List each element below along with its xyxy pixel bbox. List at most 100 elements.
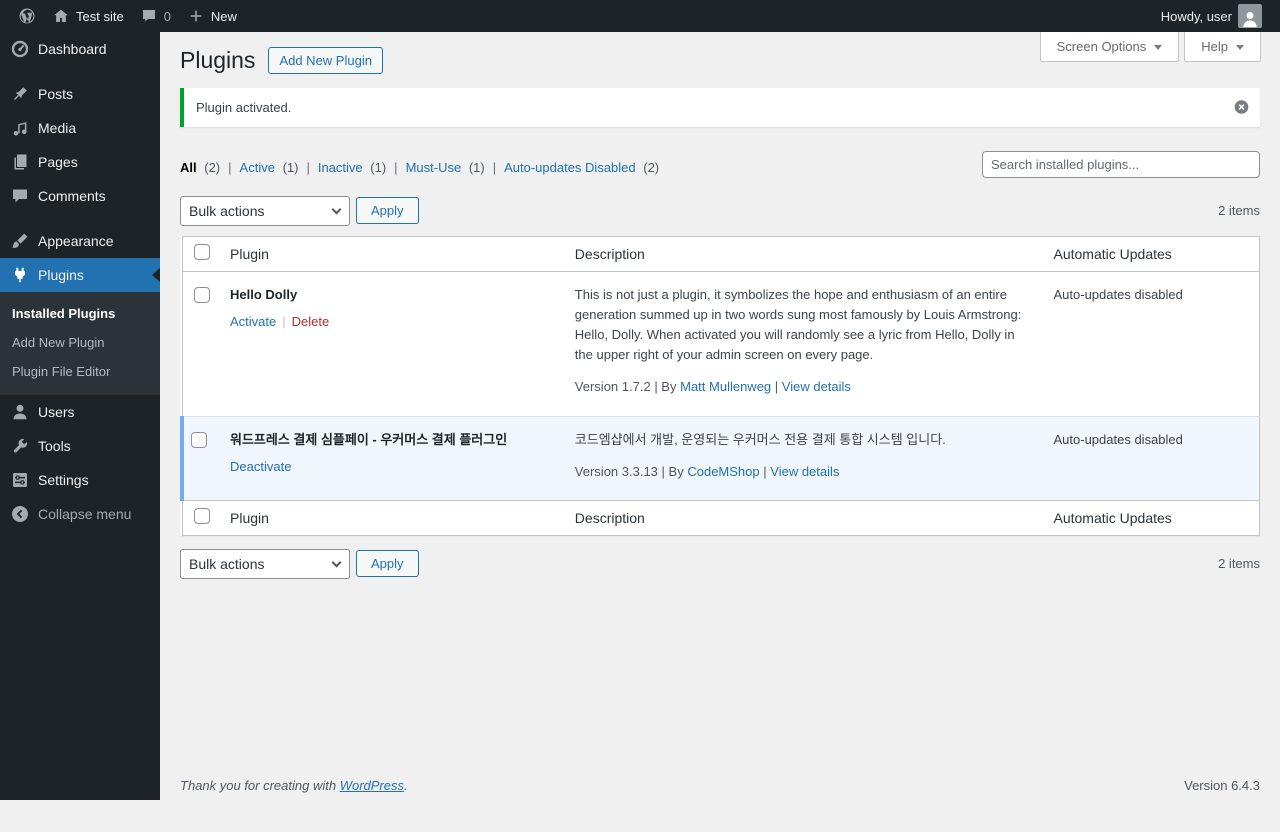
home-icon xyxy=(52,7,70,25)
admin-bar: Test site 0 New Howdy, user xyxy=(0,0,1280,32)
row-checkbox[interactable] xyxy=(191,432,207,448)
menu-separator xyxy=(0,213,160,224)
footer-version: Version 6.4.3 xyxy=(1184,778,1260,793)
row-checkbox[interactable] xyxy=(194,287,210,303)
plugin-description: 코드엠샵에서 개발, 운영되는 우커머스 전용 결제 통합 시스템 입니다. xyxy=(575,430,1034,450)
filter-separator: | xyxy=(394,160,397,175)
dismiss-notice-button[interactable] xyxy=(1233,99,1250,116)
plugins-submenu: Installed Plugins Add New Plugin Plugin … xyxy=(0,292,160,395)
delete-link[interactable]: Delete xyxy=(292,314,330,329)
items-count: 2 items xyxy=(1218,203,1260,218)
wordpress-logo-icon xyxy=(18,7,36,25)
menu-separator xyxy=(0,66,160,77)
column-description: Description xyxy=(565,500,1044,535)
pages-icon xyxy=(10,152,30,172)
plugin-meta: Version 3.3.13 | By CodeMShop | View det… xyxy=(575,462,1034,482)
site-name-label: Test site xyxy=(76,9,124,24)
bulk-actions-select[interactable]: Bulk actions xyxy=(180,196,350,226)
filter-auto-updates-disabled-link[interactable]: Auto-updates Disabled (2) xyxy=(504,160,659,175)
column-plugin: Plugin xyxy=(220,500,565,535)
comments-menu[interactable]: 0 xyxy=(132,0,179,32)
wrench-icon xyxy=(10,436,30,456)
dashboard-icon xyxy=(10,39,30,59)
paintbrush-icon xyxy=(10,231,30,251)
meta-separator: | xyxy=(763,464,766,479)
list-filter-row: All (2) | Active (1) | Inactive (1) xyxy=(180,155,1260,183)
sidebar-item-label: Pages xyxy=(38,154,78,170)
tablenav-bottom: Bulk actions Apply 2 items xyxy=(180,549,1260,579)
sidebar-item-label: Users xyxy=(38,404,75,420)
submenu-plugin-file-editor[interactable]: Plugin File Editor xyxy=(0,357,160,386)
table-row-simplepay: 워드프레스 결제 심플페이 - 우커머스 결제 플러그인 Deactivate … xyxy=(182,416,1260,500)
plugin-cell: Hello Dolly Activate|Delete xyxy=(220,271,565,416)
filter-active: Active (1) | xyxy=(240,160,318,175)
sidebar-item-label: Dashboard xyxy=(38,41,107,57)
sidebar-item-plugins[interactable]: Plugins xyxy=(0,258,160,292)
filter-all: All (2) | xyxy=(180,160,240,175)
select-all-checkbox[interactable] xyxy=(194,508,210,524)
activate-link[interactable]: Activate xyxy=(230,314,276,329)
sidebar-item-posts[interactable]: Posts xyxy=(0,77,160,111)
filter-inactive-link[interactable]: Inactive (1) xyxy=(318,160,386,175)
user-avatar xyxy=(1238,4,1262,28)
filter-all-link[interactable]: All (2) xyxy=(180,160,220,175)
description-cell: This is not just a plugin, it symbolizes… xyxy=(565,271,1044,416)
comments-count: 0 xyxy=(164,9,171,24)
search-input[interactable] xyxy=(982,151,1260,178)
plugin-version: Version 1.7.2 xyxy=(575,379,651,394)
author-link[interactable]: CodeMShop xyxy=(687,464,759,479)
view-details-link[interactable]: View details xyxy=(782,379,851,394)
comment-bubble-icon xyxy=(140,7,158,25)
collapse-menu-button[interactable]: Collapse menu xyxy=(0,497,160,531)
view-details-link[interactable]: View details xyxy=(770,464,839,479)
sidebar-item-comments[interactable]: Comments xyxy=(0,179,160,213)
sidebar-item-users[interactable]: Users xyxy=(0,395,160,429)
plugin-cell: 워드프레스 결제 심플페이 - 우커머스 결제 플러그인 Deactivate xyxy=(220,416,565,500)
sidebar-item-dashboard[interactable]: Dashboard xyxy=(0,32,160,66)
pushpin-icon xyxy=(10,84,30,104)
table-row-hello-dolly: Hello Dolly Activate|Delete This is not … xyxy=(182,271,1260,416)
meta-separator: | xyxy=(775,379,778,394)
filter-must-use-link[interactable]: Must-Use (1) xyxy=(406,160,485,175)
sidebar-item-appearance[interactable]: Appearance xyxy=(0,224,160,258)
tablenav-top: Bulk actions Apply 2 items xyxy=(180,196,1260,226)
sidebar-item-label: Comments xyxy=(38,188,106,204)
bulk-actions-select[interactable]: Bulk actions xyxy=(180,549,350,579)
plus-icon xyxy=(187,7,205,25)
sidebar-item-tools[interactable]: Tools xyxy=(0,429,160,463)
dismiss-icon xyxy=(1233,104,1250,119)
sidebar-item-label: Settings xyxy=(38,472,89,488)
new-content-menu[interactable]: New xyxy=(179,0,245,32)
apply-button[interactable]: Apply xyxy=(356,197,419,224)
filter-separator: | xyxy=(493,160,496,175)
table-footer: Plugin Description Automatic Updates xyxy=(182,500,1260,535)
deactivate-link[interactable]: Deactivate xyxy=(230,459,291,474)
bulk-actions-top: Bulk actions Apply xyxy=(180,196,419,226)
plugin-name: 워드프레스 결제 심플페이 - 우커머스 결제 플러그인 xyxy=(230,430,555,450)
media-icon xyxy=(10,118,30,138)
sidebar-item-label: Posts xyxy=(38,86,73,102)
column-automatic-updates: Automatic Updates xyxy=(1044,236,1260,271)
filter-active-link[interactable]: Active (1) xyxy=(240,160,299,175)
wordpress-logo-menu[interactable] xyxy=(10,0,44,32)
add-new-plugin-button[interactable]: Add New Plugin xyxy=(268,47,383,74)
comments-icon xyxy=(10,186,30,206)
column-automatic-updates: Automatic Updates xyxy=(1044,500,1260,535)
plugin-activated-notice: Plugin activated. xyxy=(180,88,1260,127)
select-all-checkbox[interactable] xyxy=(194,244,210,260)
admin-menu: Dashboard Posts Media Pages Comments App… xyxy=(0,32,160,800)
new-label: New xyxy=(211,9,237,24)
site-name-menu[interactable]: Test site xyxy=(44,0,132,32)
my-account-menu[interactable]: Howdy, user xyxy=(1153,0,1270,32)
submenu-add-new-plugin[interactable]: Add New Plugin xyxy=(0,328,160,357)
page-title: Plugins xyxy=(180,46,255,76)
sidebar-item-media[interactable]: Media xyxy=(0,111,160,145)
author-link[interactable]: Matt Mullenweg xyxy=(680,379,771,394)
items-count: 2 items xyxy=(1218,556,1260,571)
sidebar-item-pages[interactable]: Pages xyxy=(0,145,160,179)
filter-must-use: Must-Use (1) | xyxy=(406,160,505,175)
sidebar-item-settings[interactable]: Settings xyxy=(0,463,160,497)
apply-button[interactable]: Apply xyxy=(356,550,419,577)
submenu-installed-plugins[interactable]: Installed Plugins xyxy=(0,299,160,328)
wordpress-link[interactable]: WordPress xyxy=(340,778,404,793)
